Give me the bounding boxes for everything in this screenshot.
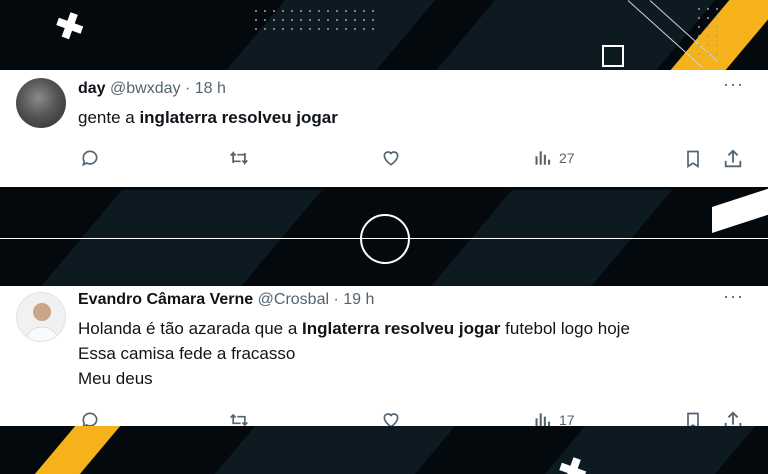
dot-grid-right	[698, 8, 718, 55]
retweet-icon	[230, 413, 248, 426]
like-button[interactable]	[380, 410, 402, 426]
avatar[interactable]	[16, 292, 66, 342]
timestamp[interactable]: 19 h	[343, 291, 374, 308]
avatar[interactable]	[16, 78, 66, 128]
action-bar: 27	[0, 148, 768, 172]
more-icon[interactable]: ···	[723, 74, 744, 95]
tweet-header: Evandro Câmara Verne @Crosbal · 19 h	[78, 291, 374, 309]
views-button[interactable]: 17	[533, 410, 575, 426]
views-icon	[535, 151, 551, 165]
like-button[interactable]	[380, 148, 402, 168]
reply-button[interactable]	[80, 410, 100, 426]
square-outline-shape	[602, 45, 624, 67]
author-name[interactable]: Evandro Câmara Verne	[78, 291, 253, 308]
more-icon[interactable]: ···	[723, 286, 744, 307]
author-name[interactable]: day	[78, 80, 106, 97]
views-count: 27	[559, 150, 575, 166]
views-count: 17	[559, 412, 575, 426]
retweet-icon	[230, 150, 248, 166]
tweet-line: Meu deus	[78, 369, 153, 388]
cross-shape-top: ✚	[49, 4, 90, 50]
tweet-header: day @bwxday · 18 h	[78, 80, 226, 98]
separator: ·	[333, 291, 339, 308]
retweet-button[interactable]	[228, 410, 250, 426]
tweet-card[interactable]: day @bwxday · 18 h ··· gente a inglaterr…	[0, 70, 768, 187]
share-icon	[724, 411, 742, 426]
tweet-line: Holanda é tão azarada que a Inglaterra r…	[78, 319, 630, 338]
retweet-button[interactable]	[228, 148, 250, 168]
views-button[interactable]: 27	[533, 148, 575, 168]
reply-button[interactable]	[80, 148, 100, 168]
like-icon	[383, 413, 399, 426]
dot-grid-top	[255, 10, 374, 30]
bookmark-button[interactable]	[683, 148, 703, 170]
share-icon	[724, 149, 742, 168]
share-button[interactable]	[722, 410, 744, 426]
white-wedge-shape	[712, 181, 768, 233]
tweet-line: Essa camisa fede a fracasso	[78, 344, 296, 363]
like-icon	[383, 151, 399, 166]
reply-icon	[82, 150, 98, 167]
field-center-circle	[360, 214, 410, 264]
reply-icon	[82, 412, 98, 426]
tweet-line: gente a inglaterra resolveu jogar	[78, 108, 338, 127]
tweet-text: gente a inglaterra resolveu jogar	[78, 105, 338, 130]
action-bar: 17	[0, 410, 768, 426]
timestamp[interactable]: 18 h	[195, 80, 226, 97]
tweet-card[interactable]: Evandro Câmara Verne @Crosbal · 19 h ···…	[0, 286, 768, 426]
separator: ·	[184, 80, 191, 97]
author-handle[interactable]: @Crosbal	[258, 291, 329, 308]
bookmark-button[interactable]	[683, 410, 703, 426]
avatar-person-icon	[24, 303, 60, 341]
author-handle[interactable]: @bwxday	[110, 80, 181, 97]
bookmark-icon	[687, 150, 699, 169]
bookmark-icon	[687, 412, 699, 426]
share-button[interactable]	[722, 148, 744, 170]
views-icon	[535, 413, 551, 426]
tweet-text: Holanda é tão azarada que a Inglaterra r…	[78, 316, 630, 391]
